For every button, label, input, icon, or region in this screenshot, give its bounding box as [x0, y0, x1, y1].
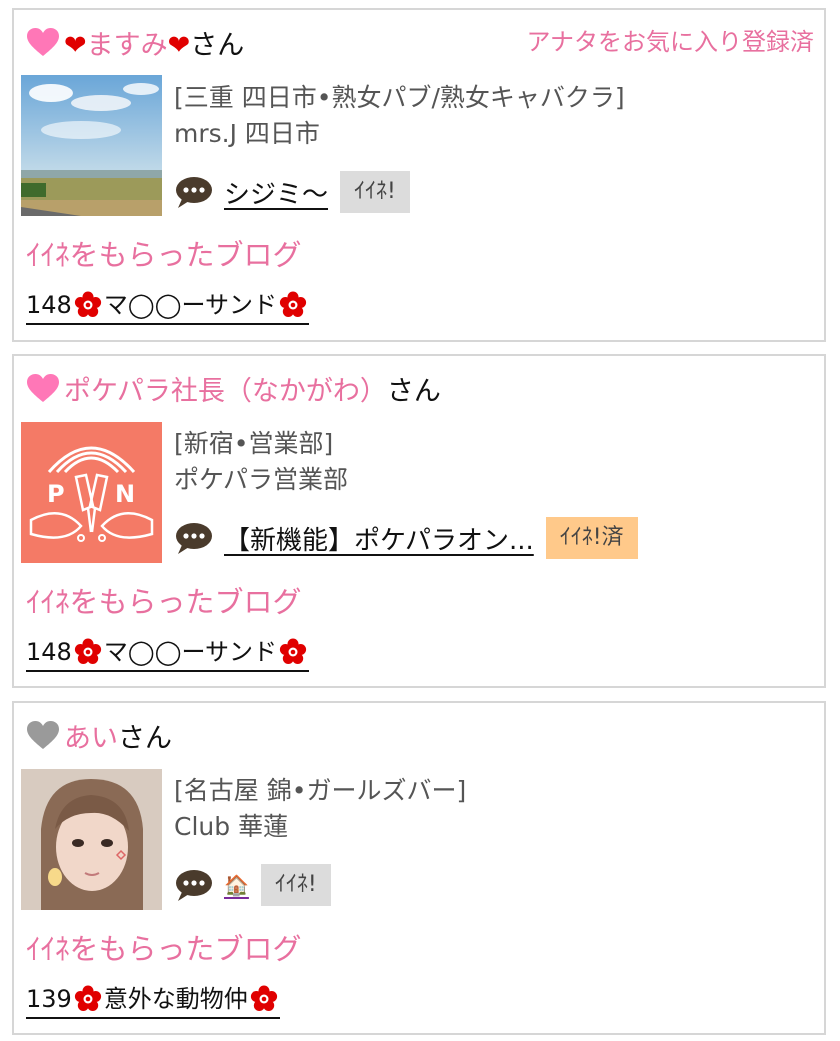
- flower-icon: [74, 291, 102, 319]
- flower-icon: [279, 291, 307, 319]
- heart-icon[interactable]: [26, 27, 60, 57]
- heart-icon[interactable]: [26, 720, 60, 750]
- heart-icon[interactable]: [26, 373, 60, 403]
- liked-blog-section-title: ｲｲﾈをもらったブログ: [26, 932, 302, 966]
- logo-letter-n: N: [115, 480, 135, 508]
- liked-blog-link[interactable]: 139 意外な動物仲: [26, 981, 280, 1019]
- liked-blog-title: マ◯◯ーサンド: [103, 291, 278, 319]
- shop-category: [名古屋 錦•ガールズバー]: [174, 776, 467, 805]
- red-heart-icon: ❤: [64, 29, 87, 61]
- flower-icon: [279, 638, 307, 666]
- landscape-photo: [21, 75, 162, 216]
- blog-title-link[interactable]: 【新機能】ポケパラオン...: [224, 520, 534, 557]
- user-name-link[interactable]: ❤ますみ❤: [64, 23, 190, 62]
- liked-blog-title: マ◯◯ーサンド: [103, 638, 278, 666]
- liked-blog-link[interactable]: 148 マ◯◯ーサンド: [26, 634, 310, 672]
- iine-button[interactable]: ｲｲﾈ!: [260, 864, 331, 906]
- card-header: あい さん: [26, 715, 172, 755]
- shop-category: [新宿•営業部]: [174, 429, 334, 458]
- speech-bubble-icon: [174, 868, 214, 902]
- iine-done-badge: ｲｲﾈ!済: [545, 517, 638, 559]
- flower-icon: [250, 985, 278, 1013]
- shop-thumbnail[interactable]: [21, 75, 162, 216]
- liked-blog-link[interactable]: 148 マ◯◯ーサンド: [26, 287, 310, 325]
- user-card-2: ポケパラ社長（なかがわ） さん P N [新宿•営業部] ポケパラ営業部 【新機能…: [12, 354, 826, 688]
- shop-name[interactable]: mrs.J 四日市: [174, 116, 625, 152]
- liked-blog-title: 意外な動物仲: [103, 985, 248, 1013]
- shop-category: [三重 四日市•熟女パブ/熟女キャバクラ]: [174, 83, 625, 112]
- card-header: ❤ますみ❤ さん: [26, 22, 244, 62]
- card-header: ポケパラ社長（なかがわ） さん: [26, 368, 441, 408]
- flower-icon: [74, 985, 102, 1013]
- latest-blog-row: シジミ～ ｲｲﾈ!: [174, 170, 410, 214]
- liked-blog-number: 148: [26, 638, 72, 666]
- speech-bubble-icon: [174, 175, 214, 209]
- user-name-suffix: さん: [190, 29, 245, 61]
- blog-title-link[interactable]: 🏠: [224, 873, 249, 897]
- user-card-3: あい さん [名古屋 錦•ガールズバー] Club 華蓮 🏠 ｲｲﾈ! ｲｲﾈをも…: [12, 701, 826, 1035]
- liked-blog-section-title: ｲｲﾈをもらったブログ: [26, 238, 302, 272]
- shop-name[interactable]: Club 華蓮: [174, 809, 466, 845]
- user-avatar[interactable]: [21, 769, 162, 910]
- shop-name[interactable]: ポケパラ営業部: [174, 462, 348, 498]
- speech-bubble-icon: [174, 521, 214, 555]
- liked-blog-number: 139: [26, 985, 72, 1013]
- latest-blog-row: 🏠 ｲｲﾈ!: [174, 863, 331, 907]
- shop-thumbnail[interactable]: P N: [21, 422, 162, 563]
- flower-icon: [74, 638, 102, 666]
- avatar-photo: [21, 769, 162, 910]
- favorite-status: アナタをお気に入り登録済: [526, 28, 814, 56]
- user-name-link[interactable]: ポケパラ社長（なかがわ）: [64, 369, 387, 408]
- latest-blog-row: 【新機能】ポケパラオン... ｲｲﾈ!済: [174, 516, 638, 560]
- liked-blog-number: 148: [26, 291, 72, 319]
- blog-title-link[interactable]: シジミ～: [224, 174, 328, 211]
- user-name-suffix: さん: [386, 375, 441, 407]
- red-heart-icon: ❤: [167, 29, 191, 61]
- pokepara-logo: P N: [29, 446, 154, 542]
- logo-letter-p: P: [47, 480, 65, 508]
- iine-button[interactable]: ｲｲﾈ!: [340, 171, 410, 213]
- user-name-link[interactable]: あい: [64, 716, 118, 755]
- liked-blog-section-title: ｲｲﾈをもらったブログ: [26, 585, 302, 619]
- user-card-1: ❤ますみ❤ さん アナタをお気に入り登録済 [三重 四日市•熟女パブ/熟女キャバク…: [12, 8, 826, 342]
- user-name-suffix: さん: [118, 722, 172, 754]
